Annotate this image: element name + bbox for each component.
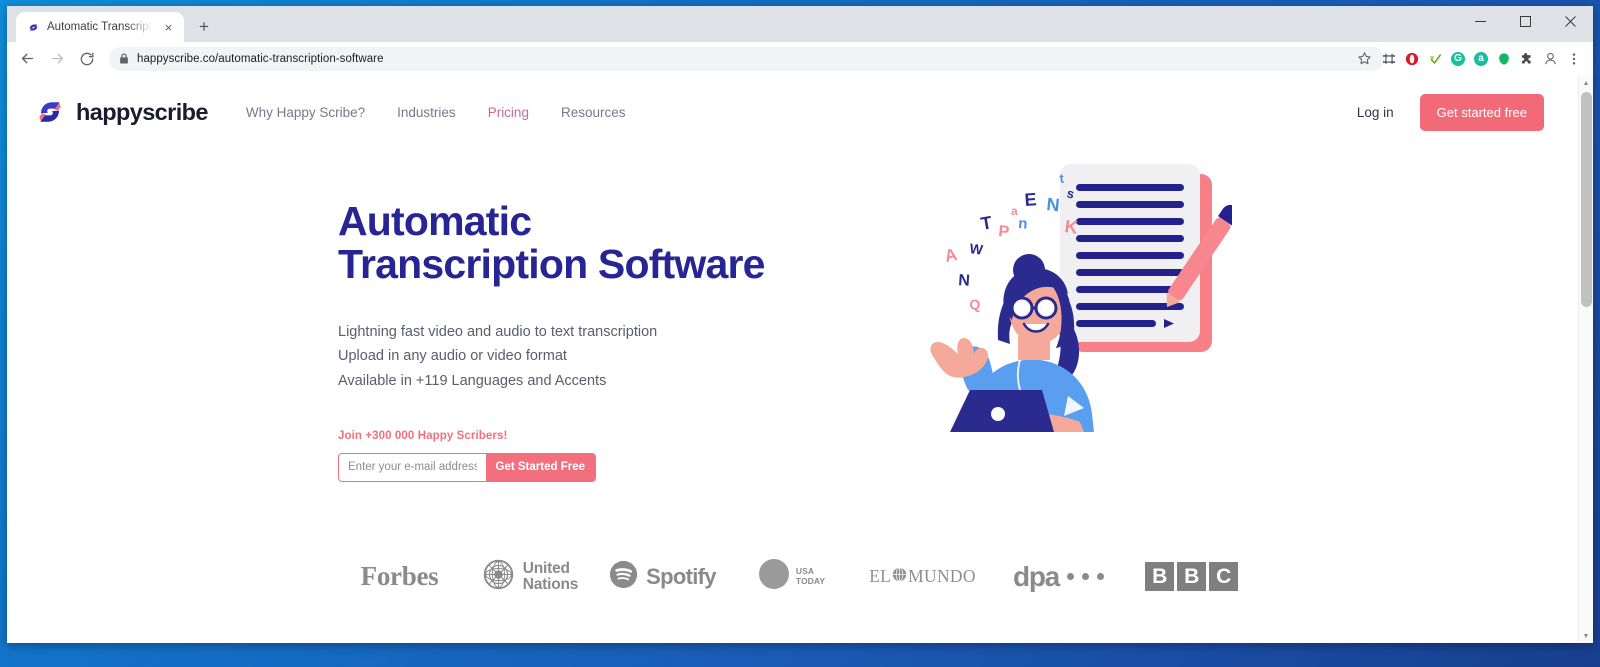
- webpage: happyscribe Why Happy Scribe? Industries…: [7, 76, 1578, 643]
- svg-text:N: N: [958, 272, 971, 290]
- spotify-wordmark: Spotify: [646, 563, 716, 589]
- hero-copy: Automatic Transcription Software Lightni…: [338, 200, 898, 482]
- el-mundo-pre: EL: [869, 566, 892, 587]
- usa-today-wordmark: USA TODAY: [795, 566, 826, 586]
- svg-text:K: K: [1063, 216, 1079, 238]
- spotify-icon: [609, 560, 638, 594]
- email-signup-form: Get Started Free: [338, 452, 596, 482]
- window-minimize-button[interactable]: [1458, 6, 1503, 36]
- el-mundo-globe-icon: [892, 566, 907, 587]
- bbc-letter-1: B: [1145, 562, 1174, 592]
- extensions-row: G a: [1378, 48, 1561, 70]
- grammarly-glyph: G: [1451, 51, 1465, 66]
- svg-text:n: n: [1018, 215, 1028, 233]
- browser-tab-active[interactable]: Automatic Transcription Software ×: [16, 12, 184, 42]
- svg-text:W: W: [969, 240, 985, 258]
- press-logo-bbc: B B C: [1127, 554, 1257, 600]
- header-actions: Log in Get started free: [1357, 93, 1544, 131]
- nav-item-why-happy-scribe[interactable]: Why Happy Scribe?: [246, 105, 365, 120]
- address-bar[interactable]: happyscribe.co/automatic-transcription-s…: [109, 46, 1384, 71]
- email-input[interactable]: [339, 453, 486, 481]
- window-close-button[interactable]: [1548, 6, 1593, 36]
- scrollbar-down-arrow[interactable]: ▼: [1579, 629, 1594, 643]
- el-mundo-post: MUNDO: [908, 566, 976, 587]
- press-logo-dpa: dpa: [991, 554, 1127, 600]
- tab-close-icon[interactable]: ×: [161, 20, 176, 35]
- svg-text:N: N: [1046, 194, 1061, 215]
- happyscribe-bolt-icon: [26, 20, 40, 34]
- bbc-letter-2: B: [1177, 562, 1206, 592]
- bookmark-star-icon[interactable]: [1352, 47, 1376, 71]
- svg-text:Q: Q: [969, 296, 982, 313]
- page-title: Automatic Transcription Software: [338, 198, 765, 287]
- dpa-dots-icon: [1066, 573, 1104, 581]
- nav-item-industries[interactable]: Industries: [397, 105, 456, 120]
- press-logo-strip: Forbes United Nations Spotify USA TODAY …: [7, 554, 1578, 600]
- browser-titlebar: Automatic Transcription Software × +: [7, 6, 1593, 42]
- forward-arrow-icon[interactable]: [43, 45, 71, 73]
- grammarly-icon[interactable]: G: [1447, 48, 1469, 70]
- happyscribe-logo-icon: [35, 97, 65, 127]
- svg-text:A: A: [943, 245, 959, 266]
- page-viewport: happyscribe Why Happy Scribe? Industries…: [7, 76, 1593, 643]
- join-count-note: Join +300 000 Happy Scribers!: [338, 429, 508, 442]
- un-emblem-icon: [483, 559, 514, 595]
- login-link[interactable]: Log in: [1357, 105, 1394, 120]
- svg-text:E: E: [1024, 189, 1037, 210]
- profile-avatar-icon[interactable]: [1539, 48, 1561, 70]
- press-logo-el-mundo: EL MUNDO: [855, 554, 991, 600]
- primary-nav: Why Happy Scribe? Industries Pricing Res…: [246, 105, 626, 120]
- brand-name: happyscribe: [76, 98, 208, 125]
- chrome-menu-icon[interactable]: [1563, 47, 1585, 71]
- get-started-free-submit[interactable]: Get Started Free: [485, 453, 595, 481]
- svg-text:P: P: [998, 223, 1011, 241]
- crop-capture-icon[interactable]: [1378, 48, 1400, 70]
- bbc-letter-3: C: [1209, 562, 1238, 592]
- green-shield-icon[interactable]: [1493, 48, 1515, 70]
- press-logo-usa-today: USA TODAY: [729, 554, 855, 600]
- nav-item-resources[interactable]: Resources: [561, 105, 626, 120]
- reload-icon[interactable]: [73, 45, 101, 73]
- dpa-wordmark: dpa: [1013, 560, 1060, 592]
- new-tab-button[interactable]: +: [190, 13, 218, 41]
- window-maximize-button[interactable]: [1503, 6, 1548, 36]
- tab-title: Automatic Transcription Software: [47, 21, 154, 33]
- hero-bullet-list: Lightning fast video and audio to text t…: [338, 320, 898, 393]
- nav-item-pricing[interactable]: Pricing: [488, 105, 529, 120]
- grammar-check-icon[interactable]: [1424, 48, 1446, 70]
- lock-icon: [119, 53, 129, 64]
- hero-section: Automatic Transcription Software Lightni…: [7, 148, 1578, 482]
- page-scrollbar[interactable]: ▲ ▼: [1578, 76, 1593, 643]
- browser-toolbar: happyscribe.co/automatic-transcription-s…: [7, 42, 1593, 76]
- press-logo-spotify: Spotify: [597, 554, 729, 600]
- usa-today-circle-icon: [758, 558, 790, 595]
- brand-logo-link[interactable]: happyscribe: [35, 97, 208, 127]
- un-wordmark: United Nations: [522, 559, 579, 593]
- get-started-free-button[interactable]: Get started free: [1419, 93, 1544, 131]
- browser-window: Automatic Transcription Software × +: [7, 6, 1593, 643]
- svg-text:a: a: [1011, 204, 1018, 218]
- window-controls: [1458, 6, 1593, 36]
- woman-transcribing-illustration: Q N A W T P a n E N s t K: [912, 152, 1239, 432]
- hero-bullet-2: Upload in any audio or video format: [338, 348, 567, 365]
- svg-text:T: T: [979, 212, 993, 234]
- press-logo-forbes: Forbes: [360, 561, 439, 592]
- adblock-icon[interactable]: a: [1470, 48, 1492, 70]
- press-logo-united-nations: United Nations: [465, 554, 597, 600]
- opera-red-icon[interactable]: [1401, 48, 1423, 70]
- scrollbar-thumb[interactable]: [1581, 92, 1592, 307]
- scrollbar-up-arrow[interactable]: ▲: [1579, 76, 1594, 90]
- address-bar-url: happyscribe.co/automatic-transcription-s…: [137, 52, 384, 65]
- back-arrow-icon[interactable]: [13, 45, 41, 73]
- hero-bullet-3: Available in +119 Languages and Accents: [338, 372, 607, 389]
- adblock-glyph: a: [1474, 51, 1488, 66]
- extensions-puzzle-icon[interactable]: [1516, 48, 1538, 70]
- site-header: happyscribe Why Happy Scribe? Industries…: [7, 76, 1578, 148]
- hero-bullet-1: Lightning fast video and audio to text t…: [338, 324, 658, 341]
- scrollbar-track[interactable]: [1579, 90, 1593, 629]
